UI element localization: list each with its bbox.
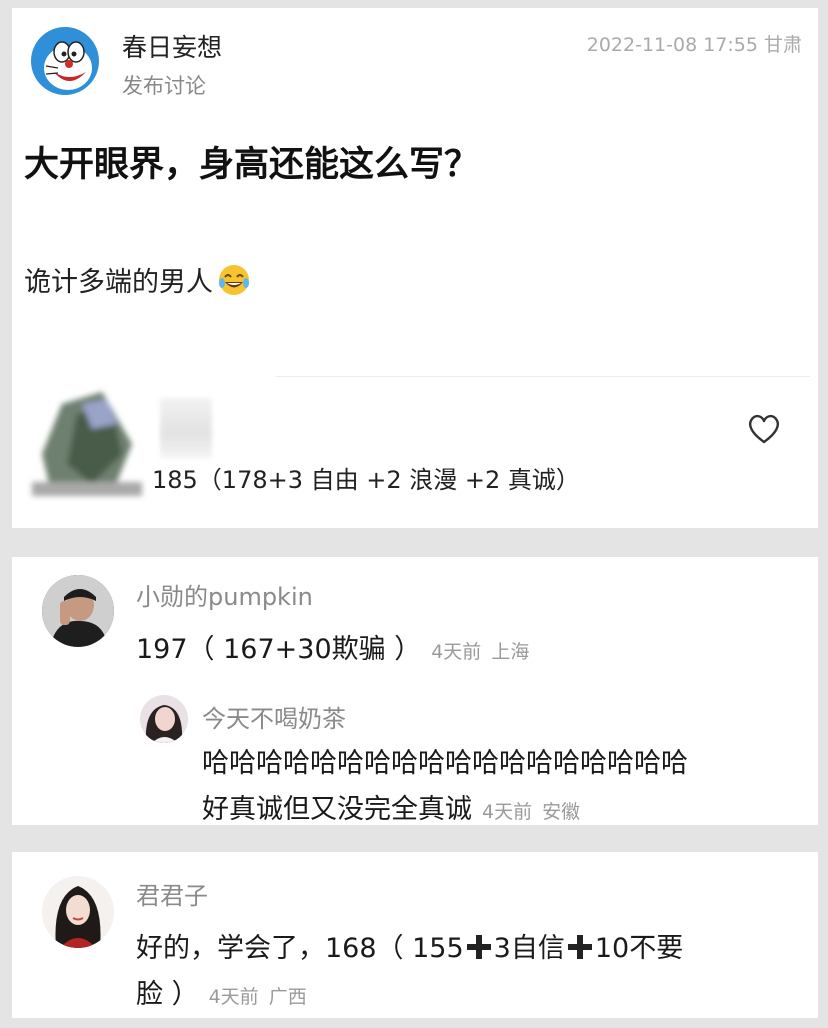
commenter-name[interactable]: 君君子 (136, 876, 208, 911)
post-title: 大开眼界，身高还能这么写？ (24, 145, 480, 185)
commenter-name[interactable]: 小勋的pumpkin (136, 577, 313, 612)
plus-icon (466, 934, 492, 960)
laughing-crying-emoji-icon (217, 263, 251, 297)
comment-text-part-a: 好的，学会了，168（ 155 (136, 933, 464, 964)
reply-avatar[interactable] (140, 695, 188, 743)
blurred-thumbnail (160, 398, 212, 458)
commenter-avatar[interactable] (42, 876, 114, 948)
commenter-avatar[interactable] (42, 575, 114, 647)
reply-time: 4天前 (482, 801, 533, 823)
post-card: 春日妄想 发布讨论 2022-11-08 17:55 甘肃 大开眼界，身高还能这… (12, 8, 818, 528)
comment-location: 广西 (268, 986, 307, 1008)
comment-text-part-c: 10不要 (594, 933, 684, 964)
comment-card: 小勋的pumpkin 197（ 167+30欺骗 ） 4天前 上海 今天不喝奶茶 哈… (12, 557, 818, 825)
post-timestamp: 2022-11-08 17:55 甘肃 (586, 34, 802, 56)
post-body: 诡计多端的男人 (24, 260, 251, 299)
reply-location: 安徽 (542, 801, 581, 823)
poster-name[interactable]: 春日妄想 (122, 28, 222, 64)
post-caption: 185（178+3 自由 +2 浪漫 +2 真诚） (152, 466, 580, 494)
comment-text-line2: 脸 ） (136, 979, 199, 1010)
reply-text-line2: 好真诚但又没完全真诚 (202, 794, 472, 825)
poster-avatar[interactable] (28, 24, 102, 98)
comment-text: 197（ 167+30欺骗 ） (136, 634, 422, 665)
blurred-image[interactable] (22, 384, 152, 502)
reply-author-name[interactable]: 今天不喝奶茶 (202, 699, 346, 734)
divider (276, 376, 810, 377)
post-action-label: 发布讨论 (122, 74, 206, 98)
reply-text-line1: 哈哈哈哈哈哈哈哈哈哈哈哈哈哈哈哈哈哈 (202, 748, 688, 779)
comment-text-line1: 好的，学会了，168（ 155 3自信 10不要 (136, 926, 683, 965)
comment-line2: 脸 ） 4天前 广西 (136, 972, 307, 1011)
comment-location: 上海 (491, 641, 530, 663)
comment-text-part-b: 3自信 (493, 933, 565, 964)
post-body-text: 诡计多端的男人 (24, 267, 213, 298)
comment-time: 4天前 (431, 641, 482, 663)
comment-card: 君君子 好的，学会了，168（ 155 3自信 10不要 脸 ） 4天前 广西 (12, 852, 818, 1018)
plus-icon (567, 934, 593, 960)
comment-line: 197（ 167+30欺骗 ） 4天前 上海 (136, 627, 529, 666)
reply-line2: 好真诚但又没完全真诚 4天前 安徽 (202, 787, 580, 826)
comment-time: 4天前 (208, 986, 259, 1008)
heart-icon[interactable] (746, 412, 782, 446)
